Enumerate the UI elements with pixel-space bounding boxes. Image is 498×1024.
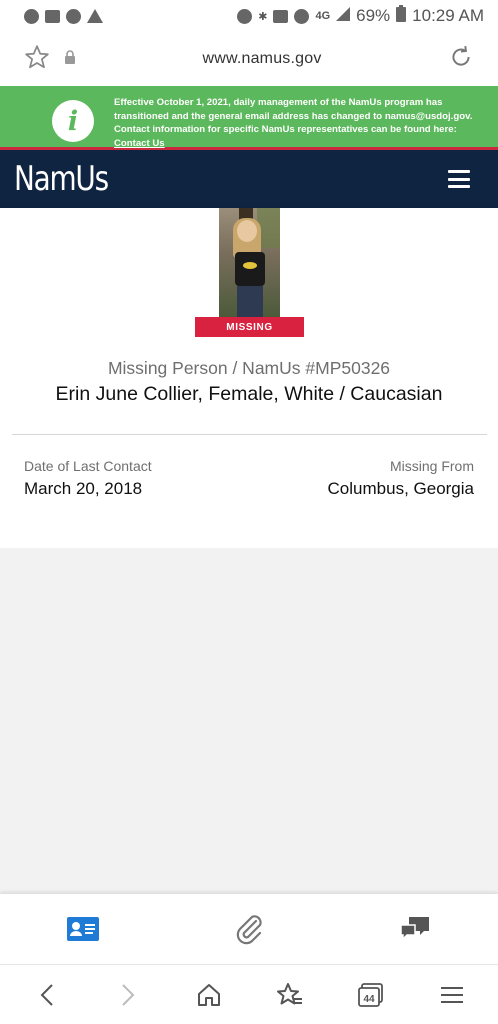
alarm-icon [294,8,310,24]
tab-count: 44 [363,994,375,1005]
warning-icon [87,9,103,23]
bookmarks-button[interactable] [265,975,315,1015]
paperclip-icon [236,915,262,945]
menu-button[interactable] [427,975,477,1015]
url-text[interactable]: www.namus.gov [202,50,321,68]
id-card-icon [67,917,99,941]
missing-from-value: Columbus, Georgia [327,479,474,498]
menu-icon[interactable] [448,170,470,188]
battery-icon [396,5,407,27]
section-tabs [0,894,498,964]
spotify-icon [66,8,81,24]
namus-logo[interactable]: NamUs [14,159,109,199]
lock-icon [64,49,76,69]
tabs-icon: 44 [357,982,383,1007]
nfc-icon [273,9,289,23]
site-header: NamUs [0,150,498,208]
notification-icons [24,8,103,24]
divider [12,434,487,435]
forward-button[interactable] [103,975,153,1015]
info-icon: i [52,100,94,142]
status-badge: MISSING [195,317,304,337]
hamburger-icon [440,986,463,1003]
bookmarks-star-icon [276,982,302,1004]
last-contact-value: March 20, 2018 [24,479,143,498]
address-bar: www.namus.gov [0,32,498,86]
battery-percent: 69% [356,6,391,25]
spotify-icon [24,8,39,24]
chevron-left-icon [40,983,53,1006]
notice-text: Effective October 1, 2021, daily managem… [114,96,486,150]
last-contact-label: Date of Last Contact [24,458,152,474]
tab-attachments[interactable] [219,909,279,949]
missing-from-label: Missing From [389,458,474,474]
network-type: 4G [315,10,331,22]
tab-comments[interactable] [385,909,445,949]
chat-bubbles-icon [400,917,429,941]
notice-banner: i Effective October 1, 2021, daily manag… [0,86,498,150]
content-background [0,548,498,894]
back-button[interactable] [22,975,72,1015]
clock: 10:29 AM [412,6,484,25]
home-button[interactable] [184,975,234,1015]
bluetooth-icon: ✱ [258,10,268,23]
person-photo[interactable] [219,208,280,318]
chevron-right-icon [121,983,134,1006]
home-icon [197,983,220,1006]
tabs-button[interactable]: 44 [346,975,396,1015]
data-saver-icon [237,8,253,24]
case-summary-card: MISSING Missing Person / NamUs #MP50326 … [0,208,498,548]
system-icons: ✱ 4G 69% 10:29 AM [237,5,484,27]
signal-icon [336,6,351,26]
case-id: Missing Person / NamUs #MP50326 [107,358,391,378]
notice-body: Effective October 1, 2021, daily managem… [114,97,473,135]
tab-case-info[interactable] [53,909,113,949]
person-name: Erin June Collier, Female, White / Cauca… [55,383,443,405]
contact-us-link[interactable]: Contact Us [114,138,165,149]
bookmark-star-icon[interactable] [24,44,50,75]
browser-nav-bar: 44 [0,964,498,1024]
gmail-icon [45,9,60,23]
reload-icon[interactable] [448,44,474,75]
status-bar: ✱ 4G 69% 10:29 AM [0,0,498,32]
